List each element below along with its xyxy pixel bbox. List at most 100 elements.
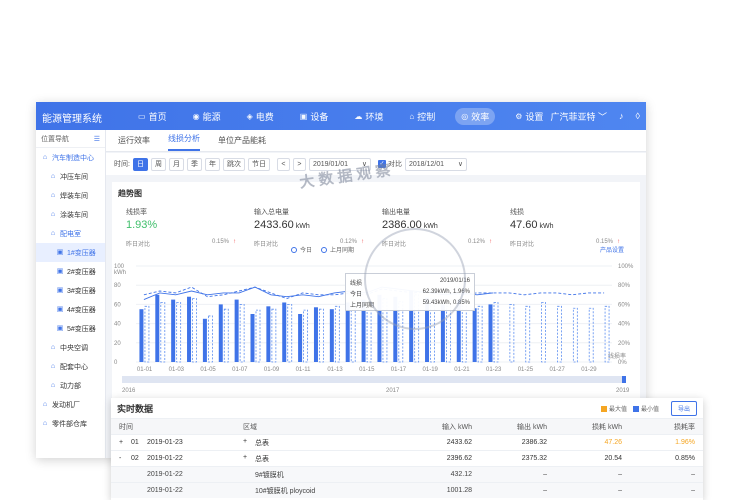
transformer-icon: ▣ bbox=[56, 267, 64, 275]
sidebar-item[interactable]: ▣ 3#变压器 bbox=[36, 281, 105, 300]
zoom-slider[interactable] bbox=[122, 376, 626, 383]
cell-output: 2386.32 bbox=[521, 439, 547, 446]
bar-today bbox=[155, 294, 160, 362]
cell-loss: 47.26 bbox=[604, 439, 622, 446]
x-tick-label: 01-03 bbox=[169, 367, 185, 373]
control-icon: ⌂ bbox=[409, 111, 415, 121]
sidebar-item[interactable]: ▣ 4#变压器 bbox=[36, 300, 105, 319]
bar-last-month bbox=[303, 309, 309, 363]
col-rate: 损耗率 bbox=[674, 423, 695, 431]
export-button[interactable]: 导出 bbox=[670, 400, 697, 416]
cloud-icon: ☁ bbox=[354, 111, 363, 121]
nav-item-6[interactable]: ◎ 效率 bbox=[455, 107, 496, 125]
expand-toggle[interactable]: + bbox=[119, 439, 125, 446]
sidebar: 位置导航 ☰ ⌂ 汽车制造中心 ⌂ 冲压车间 ⌂ 焊装车间 ⌂ 涂装车间 ⌂ 配电室 ▣ 1#变压器 ▣… bbox=[36, 130, 106, 458]
location-icon: ◈ bbox=[246, 111, 253, 121]
sidebar-item[interactable]: ⌂ 动力部 bbox=[36, 376, 105, 395]
sidebar-item[interactable]: ▣ 1#变压器 bbox=[36, 243, 105, 262]
period-button[interactable]: 年 bbox=[204, 157, 220, 171]
nav-item-0[interactable]: ▭ 首页 bbox=[132, 108, 173, 125]
cell-input: 2433.62 bbox=[446, 439, 472, 446]
bar-today bbox=[298, 314, 303, 362]
expand-toggle[interactable]: - bbox=[119, 455, 125, 462]
sidebar-item[interactable]: ⌂ 配电室 bbox=[36, 224, 105, 243]
bar-last-month bbox=[319, 308, 324, 363]
row-date: 2019-01-22 bbox=[147, 455, 183, 462]
period-button[interactable]: 季 bbox=[186, 157, 202, 171]
nav-item-5[interactable]: ⌂ 控制 bbox=[403, 108, 441, 125]
nav-item-4[interactable]: ☁ 环境 bbox=[348, 108, 389, 125]
drop-icon[interactable]: ◊ bbox=[636, 111, 640, 121]
min-swatch bbox=[632, 405, 639, 412]
app-title: 能源管理系统 bbox=[42, 114, 102, 125]
nav-item-3[interactable]: ▣ 设备 bbox=[294, 108, 335, 125]
sidebar-item[interactable]: ⌂ 焊装车间 bbox=[36, 186, 105, 205]
period-buttons: 日周月季年跳次 节日 bbox=[132, 157, 270, 171]
product-setting-link[interactable]: 产品设置 bbox=[600, 246, 624, 254]
chevron-down-icon: ﹀ bbox=[598, 111, 608, 122]
bell-icon[interactable]: ♪ bbox=[619, 111, 624, 121]
building-icon: ⌂ bbox=[42, 153, 48, 161]
tab-1[interactable]: 线损分析 bbox=[168, 133, 200, 151]
period-button[interactable]: 节日 bbox=[247, 157, 270, 171]
table-row[interactable]: 2019-01-22 10#镀膜机 ploycoid 1001.28 – – – bbox=[111, 482, 703, 498]
tab-2[interactable]: 单位产品能耗 bbox=[218, 135, 266, 151]
legend-max: 最大值 bbox=[600, 404, 627, 413]
table-row[interactable]: -02 2019-01-22 + 总表 2396.62 2375.32 20.54 0.85% bbox=[111, 450, 703, 466]
sidebar-item[interactable]: ▣ 2#变压器 bbox=[36, 262, 105, 281]
sidebar-item[interactable]: ⌂ 汽车制造中心 bbox=[36, 148, 105, 167]
tab-0[interactable]: 运行效率 bbox=[118, 135, 150, 151]
slider-left-label: 2016 bbox=[122, 388, 136, 394]
period-button[interactable]: 日 bbox=[132, 157, 148, 171]
cell-region: + 总表 bbox=[241, 454, 401, 464]
region-expand-toggle[interactable]: + bbox=[243, 454, 249, 464]
top-right-area: 广汽菲亚特 ﹀ ♪ ◊ bbox=[551, 102, 641, 130]
sidebar-item[interactable]: ⌂ 中央空调 bbox=[36, 338, 105, 357]
region-expand-toggle[interactable] bbox=[243, 470, 249, 480]
sidebar-item[interactable]: ⌂ 零件部仓库 bbox=[36, 414, 105, 433]
period-button[interactable]: 月 bbox=[168, 157, 184, 171]
slider-mid-label: 2017 bbox=[386, 388, 400, 394]
nav-item-7[interactable]: ⚙ 设置 bbox=[509, 108, 549, 125]
y2-tick-label: 40% bbox=[618, 322, 631, 328]
menu-icon[interactable]: ☰ bbox=[94, 135, 100, 143]
company-selector[interactable]: 广汽菲亚特 ﹀ bbox=[551, 110, 608, 123]
table-row[interactable]: +01 2019-01-23 + 总表 2433.62 2386.32 47.26 1.96% bbox=[111, 434, 703, 450]
nav-label: 设备 bbox=[310, 111, 329, 122]
bar-last-month bbox=[588, 307, 594, 363]
x-tick-label: 01-17 bbox=[391, 367, 407, 373]
sidebar-item[interactable]: ⌂ 发动机厂 bbox=[36, 395, 105, 414]
y-tick-label: 60 bbox=[114, 302, 121, 308]
realtime-legend: 最大值 最小值 导出 bbox=[600, 400, 697, 416]
expand-toggle[interactable] bbox=[119, 487, 125, 494]
sidebar-item[interactable]: ▣ 5#变压器 bbox=[36, 319, 105, 338]
region-expand-toggle[interactable] bbox=[243, 486, 249, 496]
prev-button[interactable]: < bbox=[276, 157, 290, 171]
sidebar-item[interactable]: ⌂ 冲压车间 bbox=[36, 167, 105, 186]
bar-last-month bbox=[271, 308, 277, 363]
next-button[interactable]: > bbox=[292, 157, 306, 171]
bar-today bbox=[266, 306, 271, 362]
tooltip-row1-label: 今日 bbox=[350, 292, 363, 298]
nav-label: 电费 bbox=[255, 111, 274, 122]
expand-toggle[interactable] bbox=[119, 471, 125, 478]
legend-min: 最小值 bbox=[632, 404, 659, 413]
nav-item-1[interactable]: ◉ 能源 bbox=[187, 108, 227, 125]
kpi-value: 1.93% bbox=[126, 219, 158, 231]
cell-loss: – bbox=[618, 471, 622, 478]
sidebar-item[interactable]: ⌂ 涂装车间 bbox=[36, 205, 105, 224]
workshop-icon: ⌂ bbox=[50, 210, 56, 218]
sidebar-item[interactable]: ⌂ 配套中心 bbox=[36, 357, 105, 376]
nav-label: 控制 bbox=[417, 111, 436, 122]
nav-item-2[interactable]: ◈ 电费 bbox=[241, 108, 280, 125]
period-button[interactable]: 跳次 bbox=[222, 157, 245, 171]
zoom-slider-handle[interactable] bbox=[622, 376, 626, 383]
region-expand-toggle[interactable]: + bbox=[243, 438, 249, 448]
period-button[interactable]: 周 bbox=[150, 157, 166, 171]
power-icon: ⌂ bbox=[50, 381, 56, 389]
sidebar-item-label: 冲压车间 bbox=[60, 173, 88, 181]
table-row[interactable]: 2019-01-22 9#镀膜机 432.12 – – – bbox=[111, 466, 703, 482]
row-date: 2019-01-22 bbox=[147, 471, 183, 478]
sidebar-item-label: 发动机厂 bbox=[52, 401, 80, 409]
y2-tick-label: 20% bbox=[618, 341, 631, 347]
